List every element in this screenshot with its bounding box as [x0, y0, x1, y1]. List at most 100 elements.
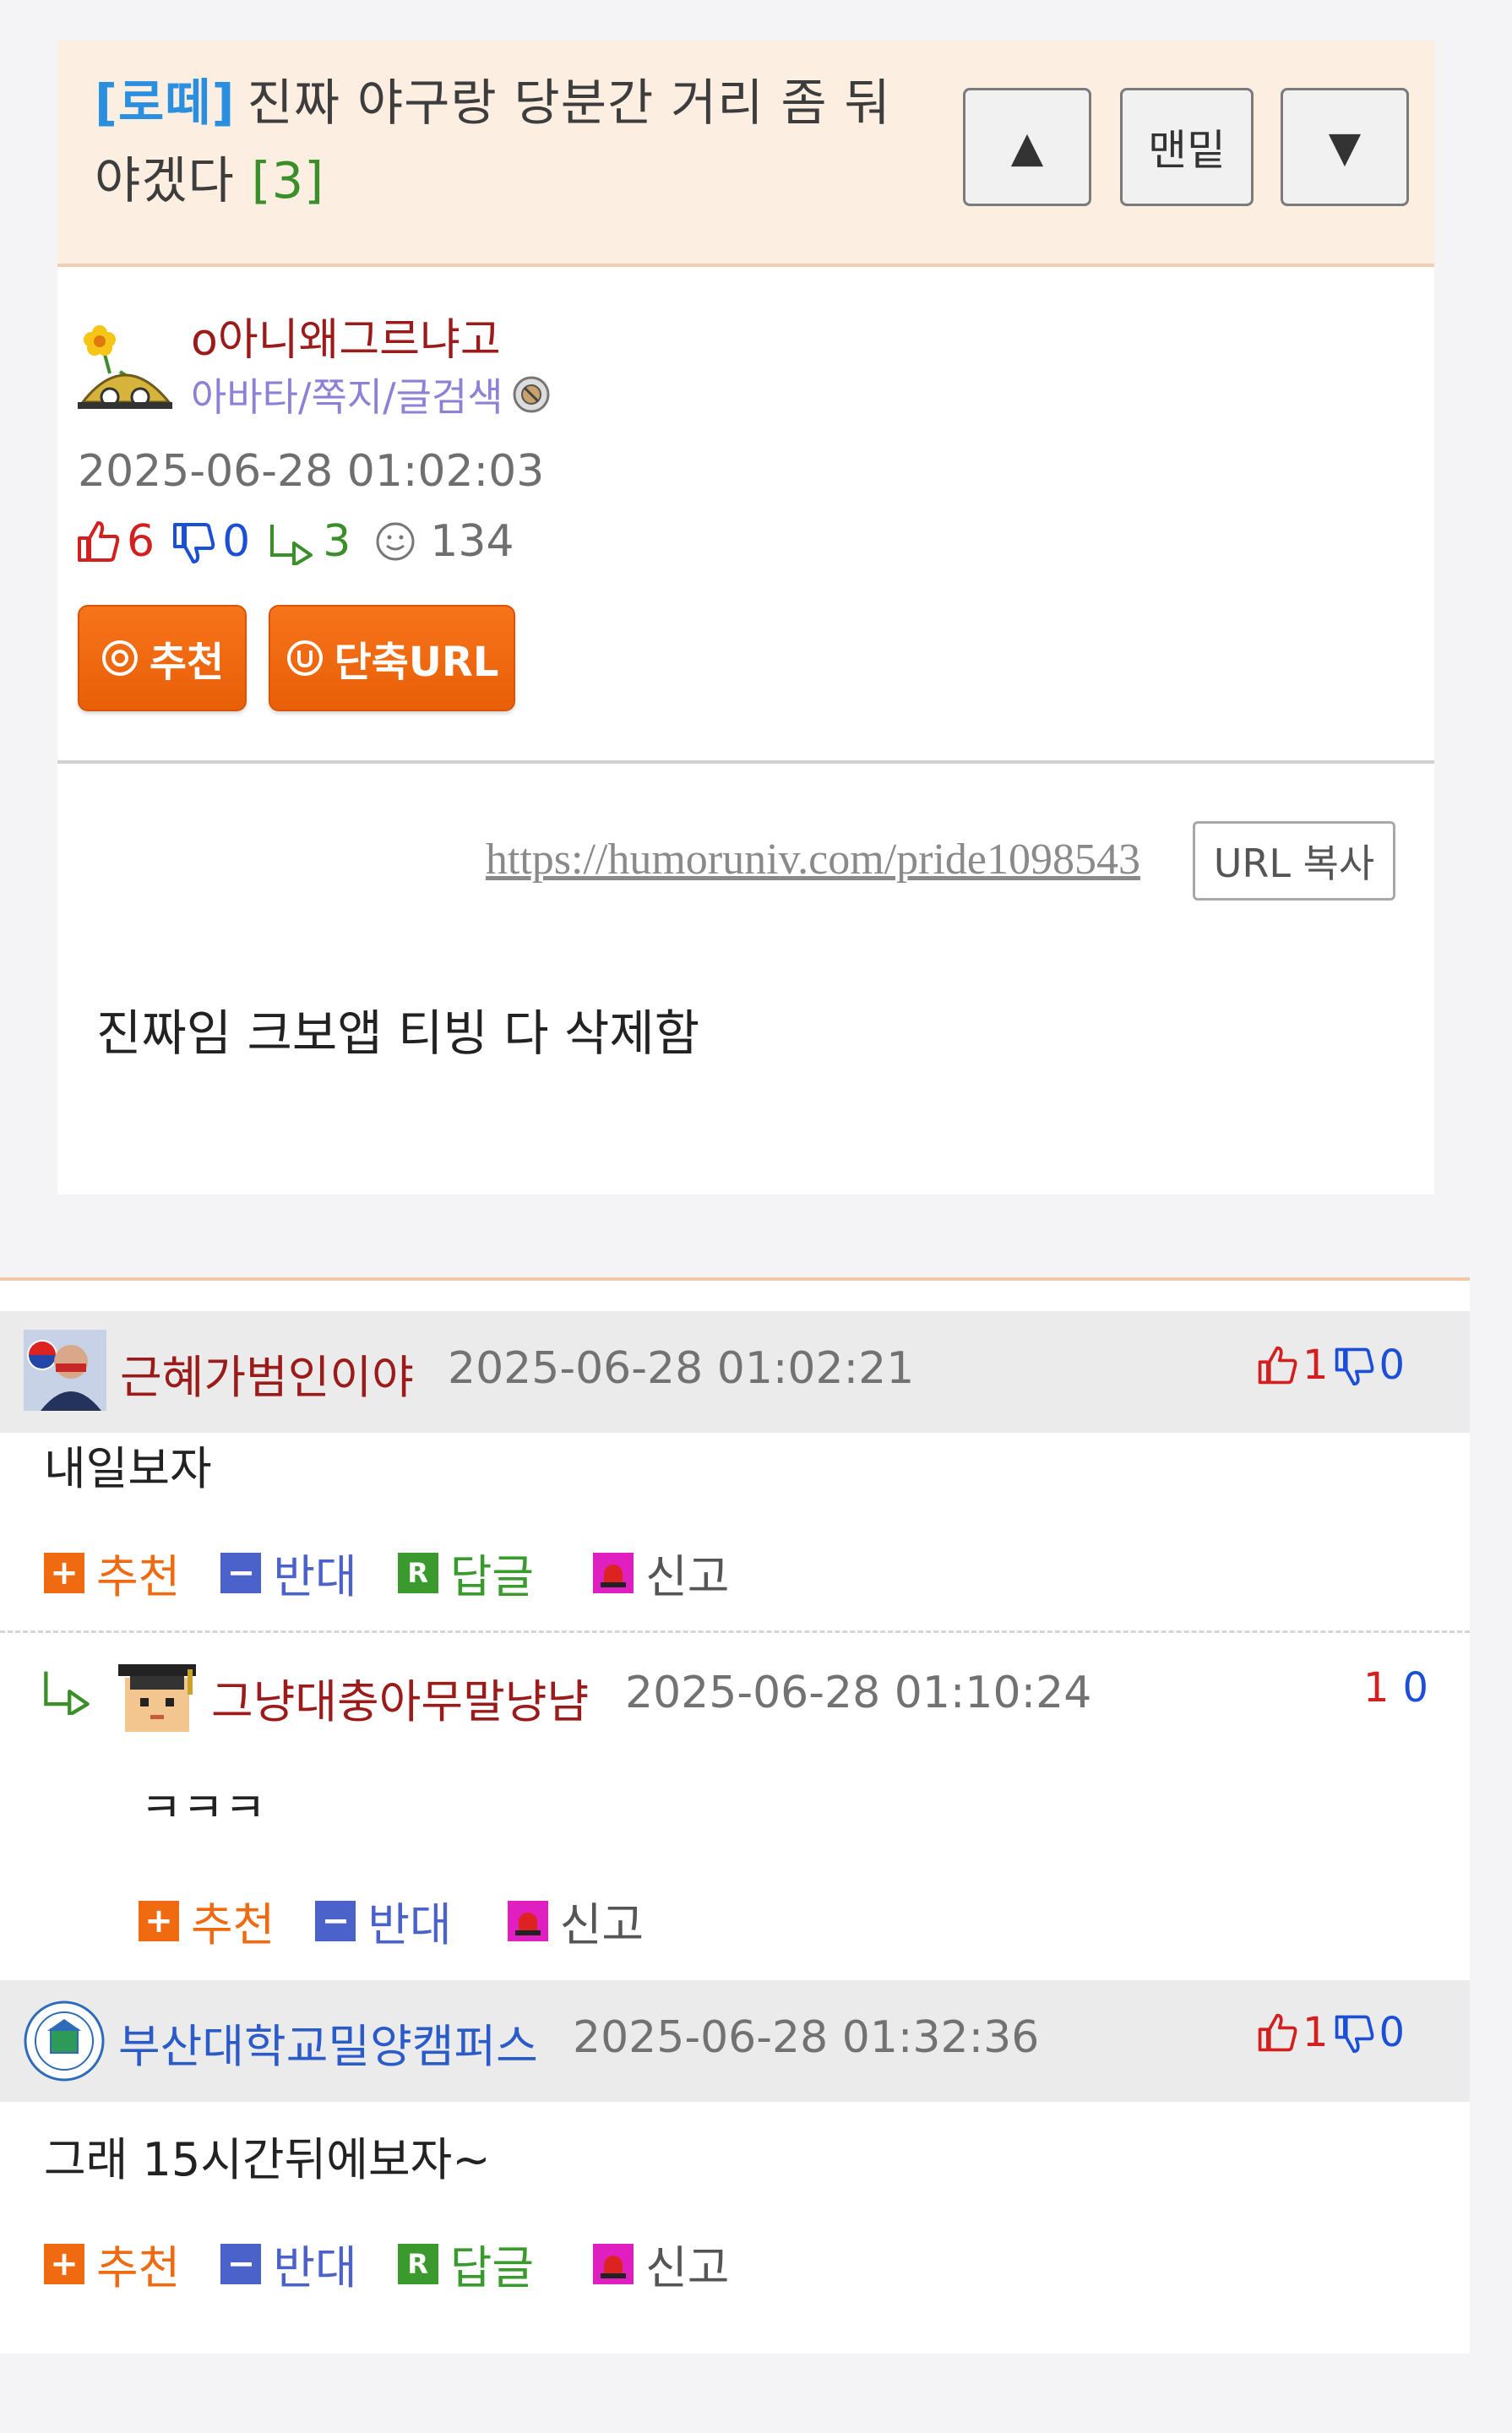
recommend-label: 추천 — [96, 2241, 181, 2294]
prev-post-button[interactable]: ▲ — [963, 88, 1091, 206]
target-icon — [101, 639, 139, 678]
commenter-nickname[interactable]: 부산대학교밀양캠퍼스 — [118, 2009, 538, 2076]
author-avatar[interactable] — [78, 314, 172, 409]
next-post-button[interactable]: ▼ — [1281, 88, 1409, 206]
plus-icon: + — [44, 2243, 84, 2284]
comment-recommend-button[interactable]: + 추천 — [44, 1539, 180, 1606]
smiley-icon — [374, 520, 416, 563]
report-label: 신고 — [645, 2241, 730, 2294]
recommend-label: 추천 — [191, 1898, 275, 1951]
comment-date: 2025-06-28 01:02:21 — [448, 1343, 915, 1394]
comment-actions: + 추천 − 반대 신고 — [139, 1887, 684, 1954]
thumbs-down-icon — [1332, 2011, 1376, 2055]
siren-icon — [507, 1900, 548, 1941]
comment-reply-button[interactable]: R 답글 — [397, 1539, 535, 1606]
comment-date: 2025-06-28 01:10:24 — [625, 1668, 1092, 1718]
post-title: [로떼] 진짜 야구랑 당분간 거리 좀 둬야겠다 [3] — [95, 64, 922, 220]
author-section: o아니왜그르냐고 아바타/쪽지/글검색 2025-06-28 01:02:03 … — [57, 267, 1434, 764]
post-stats: 6 0 3 134 — [74, 512, 530, 571]
short-url-button[interactable]: 단축URL — [269, 605, 515, 711]
author-links-text[interactable]: 아바타/쪽지/글검색 — [191, 367, 503, 422]
comment-dislikes: 0 — [1379, 2009, 1406, 2056]
post-header: [로떼] 진짜 야구랑 당분간 거리 좀 둬야겠다 [3] ▲ 맨밑 ▼ — [57, 41, 1434, 267]
go-bottom-label: 맨밑 — [1148, 126, 1226, 175]
comment-report-button[interactable]: 신고 — [593, 2230, 730, 2297]
comment-likes: 1 — [1363, 1664, 1390, 1712]
oppose-label: 반대 — [273, 1550, 357, 1603]
u-circle-icon — [286, 639, 324, 678]
dislikes-count: 0 — [222, 516, 251, 567]
comment-votes: 1 0 — [1255, 2009, 1405, 2056]
comment-dislikes: 0 — [1379, 1342, 1406, 1389]
comment-date: 2025-06-28 01:32:36 — [573, 2012, 1040, 2063]
report-label: 신고 — [645, 1550, 730, 1603]
reply-arrow-icon — [265, 518, 318, 565]
recommend-button[interactable]: 추천 — [78, 605, 247, 711]
post-url-link[interactable]: https://humoruniv.com/pride1098543 — [486, 835, 1140, 884]
comment-recommend-button[interactable]: + 추천 — [139, 1887, 275, 1954]
comment-reply-button[interactable]: R 답글 — [397, 2230, 535, 2297]
comment-header: 부산대학교밀양캠퍼스 2025-06-28 01:32:36 1 0 — [0, 1980, 1470, 2102]
report-label: 신고 — [559, 1898, 645, 1951]
reply-label: 답글 — [449, 1550, 535, 1603]
post-body: https://humoruniv.com/pride1098543 URL 복… — [57, 764, 1434, 1195]
oppose-label: 반대 — [367, 1898, 452, 1951]
comment-text: 그래 15시간뒤에보자~ — [44, 2133, 491, 2186]
minus-icon: − — [220, 1552, 262, 1593]
commenter-nickname[interactable]: 그냥대충아무말냥냠 — [211, 1664, 589, 1731]
comment-votes: 1 0 — [1363, 1664, 1428, 1712]
thumbs-down-icon — [170, 518, 217, 565]
recommend-label: 추천 — [96, 1550, 181, 1603]
commenter-avatar[interactable] — [24, 1330, 106, 1411]
post-date: 2025-06-28 01:02:03 — [78, 446, 545, 497]
plus-icon: + — [139, 1900, 179, 1941]
comment-oppose-button[interactable]: − 반대 — [220, 1539, 357, 1606]
thumbs-up-icon — [1255, 2011, 1299, 2055]
comment-likes: 1 — [1303, 1342, 1329, 1389]
oppose-label: 반대 — [273, 2241, 357, 2294]
go-bottom-button[interactable]: 맨밑 — [1120, 88, 1254, 206]
siren-icon — [593, 1552, 634, 1593]
views-count: 134 — [430, 516, 514, 567]
university-seal-avatar[interactable] — [22, 1999, 106, 2083]
recommend-label: 추천 — [149, 639, 225, 686]
post-body-text: 진짜임 크보앱 티빙 다 삭제함 — [96, 1004, 700, 1062]
comment-oppose-button[interactable]: − 반대 — [220, 2230, 357, 2297]
reply-arrow-icon — [37, 1664, 96, 1715]
comment-oppose-button[interactable]: − 반대 — [315, 1887, 452, 1954]
comment-actions: + 추천 − 반대 R 답글 신고 — [44, 1539, 770, 1606]
commenter-avatar[interactable] — [115, 1652, 199, 1737]
author-nickname[interactable]: o아니왜그르냐고 — [191, 304, 501, 367]
minus-icon: − — [220, 2243, 262, 2284]
thumbs-down-icon — [1332, 1343, 1376, 1387]
comment-actions: + 추천 − 반대 R 답글 신고 — [44, 2230, 770, 2297]
comment-dislikes: 0 — [1402, 1664, 1429, 1712]
r-letter-icon: R — [397, 2243, 438, 2284]
commenter-nickname[interactable]: 근혜가범인이야 — [120, 1340, 414, 1407]
thumbs-up-icon — [1255, 1343, 1299, 1387]
siren-icon — [593, 2243, 634, 2284]
comment-text: 내일보자 — [44, 1442, 212, 1495]
comment-report-button[interactable]: 신고 — [593, 1539, 730, 1606]
reply-label: 답글 — [449, 2241, 535, 2294]
down-arrow-icon: ▼ — [1328, 122, 1362, 171]
url-copy-button[interactable]: URL 복사 — [1193, 821, 1395, 901]
replies-count: 3 — [323, 516, 351, 567]
author-links[interactable]: 아바타/쪽지/글검색 — [191, 367, 551, 422]
badge-icon — [512, 375, 551, 414]
thumbs-up-icon — [74, 518, 122, 565]
comment-text: ㅋㅋㅋ — [140, 1783, 267, 1816]
comment-report-button[interactable]: 신고 — [507, 1887, 645, 1954]
category-tag[interactable]: [로떼] — [95, 73, 236, 132]
comment-header: 근혜가범인이야 2025-06-28 01:02:21 1 0 — [0, 1311, 1470, 1433]
comment-recommend-button[interactable]: + 추천 — [44, 2230, 180, 2297]
comment-votes: 1 0 — [1255, 1342, 1405, 1389]
minus-icon: − — [315, 1900, 356, 1941]
up-arrow-icon: ▲ — [1010, 122, 1044, 171]
comment-separator — [0, 1630, 1470, 1633]
short-url-label: 단축URL — [334, 639, 499, 686]
plus-icon: + — [44, 1552, 84, 1593]
comment-likes: 1 — [1303, 2009, 1329, 2056]
reply-count[interactable]: [3] — [252, 151, 325, 210]
likes-count: 6 — [127, 516, 155, 567]
